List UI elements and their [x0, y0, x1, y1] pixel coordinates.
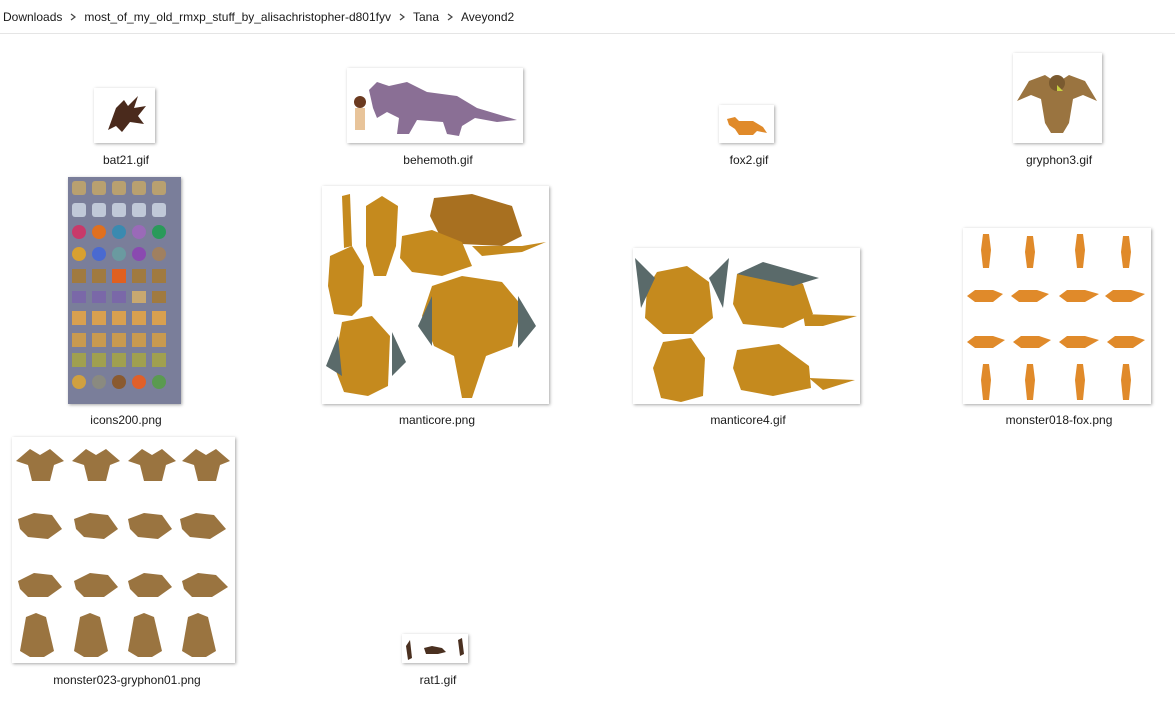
file-name: manticore.png [398, 413, 476, 427]
file-name: monster023-gryphon01.png [53, 673, 201, 687]
fox-thumbnail-icon[interactable] [719, 105, 774, 143]
address-bar: Downloads most_of_my_old_rmxp_stuff_by_a… [0, 0, 1175, 34]
file-name: icons200.png [90, 413, 162, 427]
file-name: fox2.gif [729, 153, 769, 167]
file-grid: bat21.gif behemoth.gif fox2.gif gryphon3… [0, 34, 1175, 711]
behemoth-thumbnail-icon[interactable] [347, 68, 523, 143]
icon-sheet-thumbnail-icon[interactable] [68, 177, 181, 404]
chevron-right-icon[interactable] [394, 6, 410, 28]
manticore-sheet-thumbnail-icon[interactable] [633, 248, 860, 404]
breadcrumb-downloads[interactable]: Downloads [0, 6, 65, 28]
manticore-sheet-thumbnail-icon[interactable] [322, 186, 549, 404]
gryphon-sheet-thumbnail-icon[interactable] [12, 437, 235, 663]
chevron-right-icon[interactable] [442, 6, 458, 28]
bat-thumbnail-icon[interactable] [94, 88, 155, 143]
breadcrumb-aveyond2[interactable]: Aveyond2 [458, 6, 517, 28]
gryphon-thumbnail-icon[interactable] [1013, 53, 1102, 143]
file-name: behemoth.gif [403, 153, 473, 167]
rat-thumbnail-icon[interactable] [402, 634, 468, 663]
breadcrumb-tana[interactable]: Tana [410, 6, 442, 28]
file-name: manticore4.gif [710, 413, 786, 427]
file-name: bat21.gif [102, 153, 150, 167]
file-name: rat1.gif [419, 673, 457, 687]
fox-sheet-thumbnail-icon[interactable] [963, 228, 1151, 404]
file-name: gryphon3.gif [1025, 153, 1093, 167]
chevron-right-icon[interactable] [65, 6, 81, 28]
file-name: monster018-fox.png [1005, 413, 1113, 427]
breadcrumb-rmxp-folder[interactable]: most_of_my_old_rmxp_stuff_by_alisachrist… [81, 6, 394, 28]
